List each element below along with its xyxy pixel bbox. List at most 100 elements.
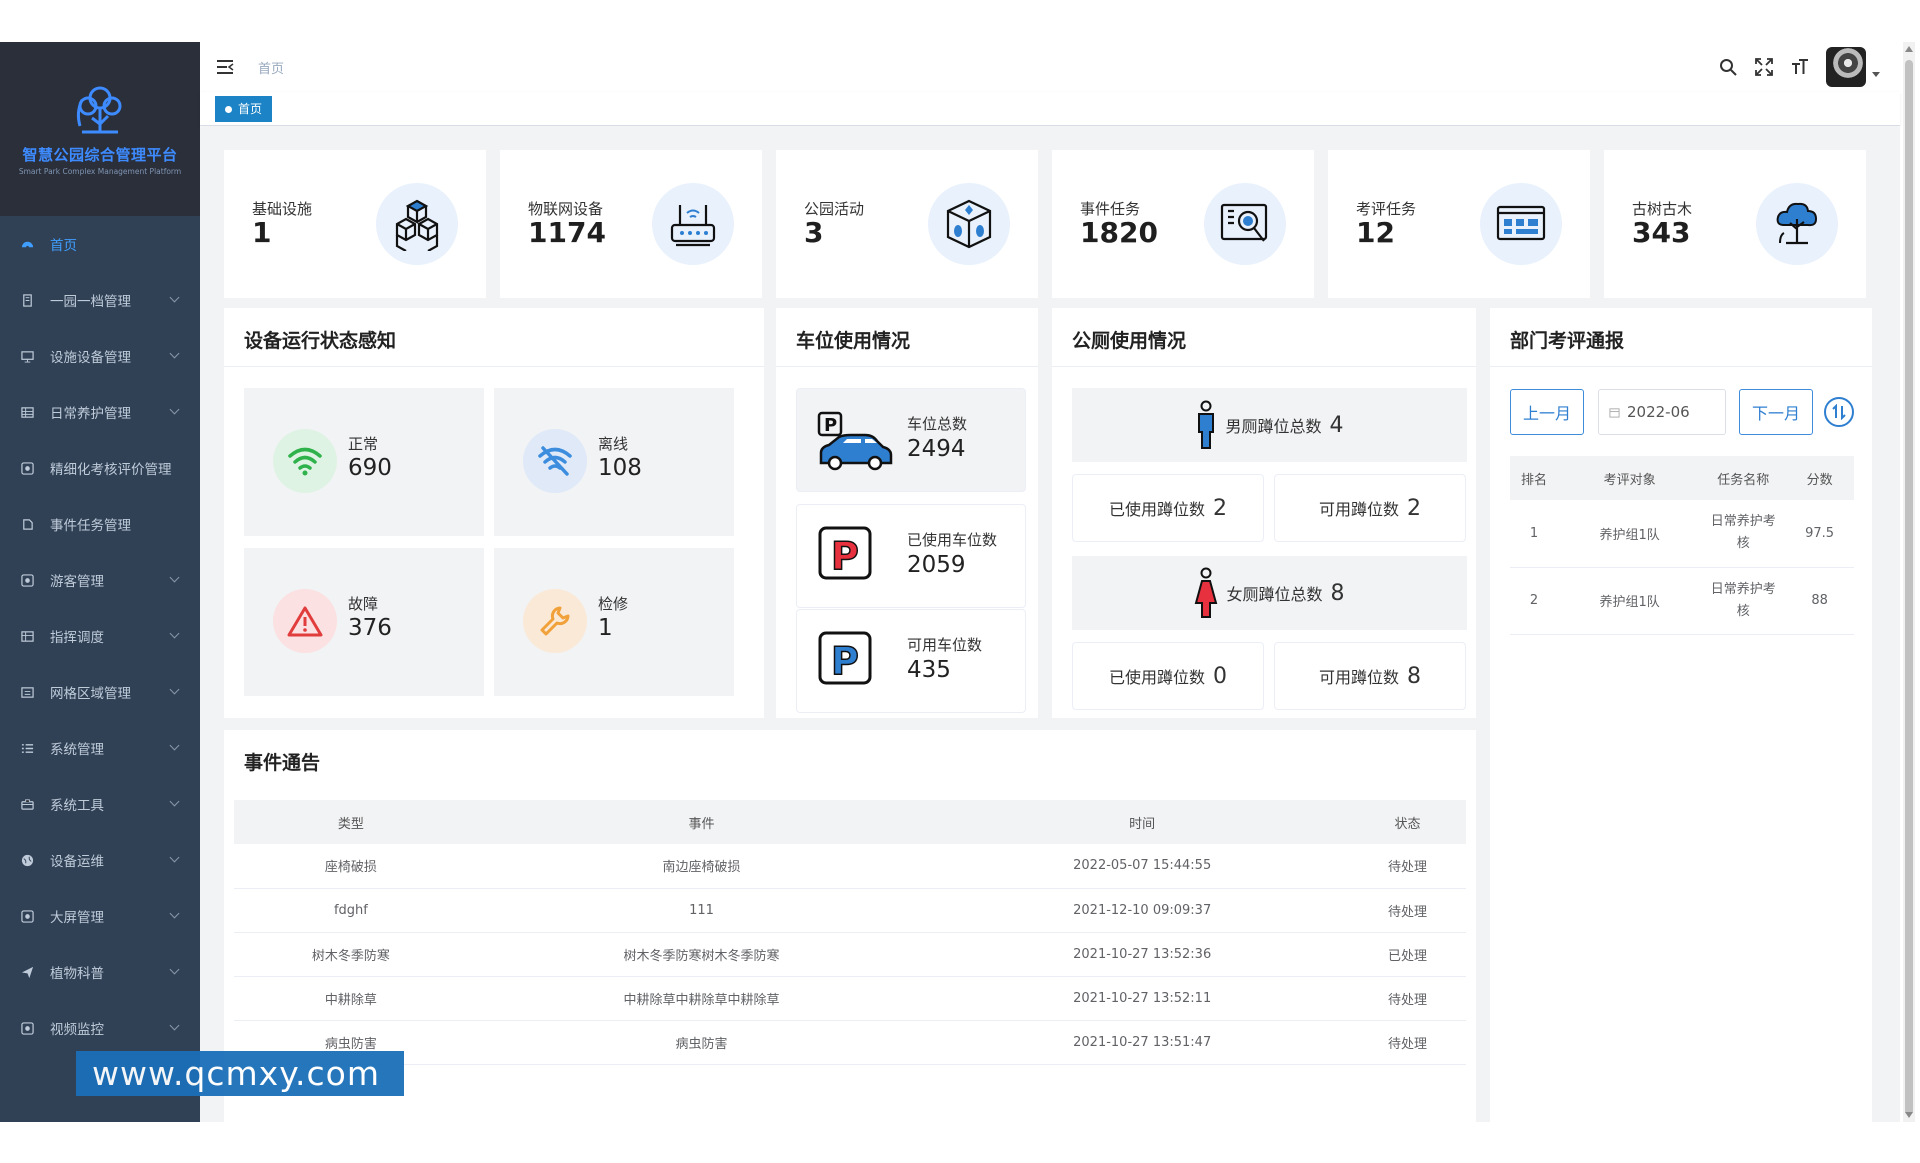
- panel-title: 事件通告: [244, 752, 321, 774]
- sidebar-item-event-task[interactable]: 事件任务管理: [0, 496, 200, 552]
- system-icon: [20, 741, 34, 755]
- navbar: 首页: [200, 42, 1900, 92]
- logo-tree-icon: [76, 86, 122, 134]
- stat-value: 3: [804, 216, 824, 249]
- column-header: 分数: [1785, 456, 1854, 500]
- stat-value: 1: [252, 216, 272, 249]
- breadcrumb[interactable]: 首页: [258, 58, 284, 77]
- events-panel: 事件通告 类型 事件 时间 状态 座椅破损 南边座椅破损 2022-05-07 …: [224, 730, 1476, 1122]
- status-cell: 待处理: [1349, 844, 1466, 889]
- svg-text:P: P: [831, 639, 859, 683]
- month-picker[interactable]: 2022-06: [1598, 389, 1726, 435]
- task-icon: [20, 517, 34, 531]
- device-fault: 故障 376: [244, 548, 484, 696]
- sidebar-item-plants[interactable]: 植物科普: [0, 944, 200, 1000]
- sidebar-item-label: 精细化考核评价管理: [50, 462, 172, 478]
- time-cell: 2022-05-07 15:44:55: [935, 844, 1350, 889]
- evaluate-icon: [20, 461, 34, 475]
- scroll-up-icon[interactable]: [1905, 46, 1913, 52]
- female-total: 女厕蹲位总数 8: [1072, 556, 1467, 630]
- sidebar-item-visitor[interactable]: 游客管理: [0, 552, 200, 608]
- status-cell: 已处理: [1349, 932, 1466, 977]
- sidebar-item-archive[interactable]: 一园一档管理: [0, 272, 200, 328]
- sidebar-item-device-ops[interactable]: 设备运维: [0, 832, 200, 888]
- table-row[interactable]: fdghf 111 2021-12-10 09:09:37 待处理: [234, 888, 1466, 933]
- male-used-label: 已使用蹲位数: [1108, 500, 1205, 519]
- scrollbar-thumb[interactable]: [1905, 60, 1913, 1115]
- tag-home[interactable]: 首页: [215, 96, 273, 122]
- logo-area: 智慧公园综合管理平台 Smart Park Complex Management…: [0, 42, 200, 216]
- table-row[interactable]: 树木冬季防寒 树木冬季防寒树木冬季防寒 2021-10-27 13:52:36 …: [234, 932, 1466, 977]
- sidebar-item-label: 一园一档管理: [50, 294, 131, 310]
- table-row[interactable]: 中耕除草 中耕除草中耕除草中耕除草 2021-10-27 13:52:11 待处…: [234, 976, 1466, 1021]
- sidebar: 智慧公园综合管理平台 Smart Park Complex Management…: [0, 42, 200, 1122]
- sidebar-item-screen[interactable]: 大屏管理: [0, 888, 200, 944]
- avatar[interactable]: [1826, 47, 1866, 87]
- wifi-icon: [273, 429, 337, 493]
- table-row[interactable]: 1 养护组1队 日常养护考核 97.5: [1510, 500, 1854, 568]
- sidebar-item-evaluation[interactable]: 精细化考核评价管理: [0, 440, 200, 496]
- sidebar-item-label: 网格区域管理: [50, 686, 131, 702]
- column-header: 考评对象: [1558, 456, 1702, 500]
- sidebar-item-label: 指挥调度: [50, 630, 104, 646]
- swap-sort-icon[interactable]: [1824, 397, 1854, 427]
- time-cell: 2021-10-27 13:51:47: [935, 1020, 1350, 1065]
- watermark: www.qcmxy.com: [76, 1051, 404, 1096]
- main-content: 基础设施 1 物联网设备 1174 公园活动 3 事件任务 1820 考评任务 …: [200, 127, 1900, 1122]
- hamburger-icon[interactable]: [216, 58, 234, 76]
- male-total: 男厕蹲位总数 4: [1072, 388, 1467, 462]
- wifi-off-icon: [523, 429, 587, 493]
- sidebar-item-maintenance[interactable]: 日常养护管理: [0, 384, 200, 440]
- divider: [1490, 366, 1872, 367]
- visitor-icon: [20, 573, 34, 587]
- sidebar-item-label: 系统管理: [50, 742, 104, 758]
- rank-cell: 1: [1510, 500, 1558, 568]
- sidebar-item-system[interactable]: 系统管理: [0, 720, 200, 776]
- table-row[interactable]: 座椅破损 南边座椅破损 2022-05-07 15:44:55 待处理: [234, 844, 1466, 889]
- scroll-down-icon[interactable]: [1905, 1112, 1913, 1118]
- device-label: 离线: [598, 435, 629, 453]
- navbar-right: [1718, 47, 1880, 87]
- event-cell: 树木冬季防寒树木冬季防寒: [467, 932, 936, 977]
- evaluation-board-icon: [1480, 183, 1562, 265]
- font-size-icon[interactable]: [1790, 57, 1810, 77]
- caret-down-icon[interactable]: [1872, 71, 1880, 77]
- table-header-row: 排名 考评对象 任务名称 分数: [1510, 456, 1854, 500]
- female-total-label: 女厕蹲位总数: [1226, 585, 1323, 604]
- next-month-button[interactable]: 下一月: [1739, 389, 1813, 435]
- month-value: 2022-06: [1627, 403, 1690, 421]
- column-header: 事件: [467, 800, 936, 844]
- stat-card-event-task: 事件任务 1820: [1052, 150, 1314, 298]
- parking-free: P 可用车位数 435: [796, 609, 1026, 713]
- fullscreen-icon[interactable]: [1754, 57, 1774, 77]
- sidebar-item-label: 植物科普: [50, 966, 104, 982]
- device-normal: 正常 690: [244, 388, 484, 536]
- sidebar-item-label: 日常养护管理: [50, 406, 131, 422]
- device-value: 376: [348, 615, 392, 641]
- prev-month-button[interactable]: 上一月: [1510, 389, 1584, 435]
- target-cell: 养护组1队: [1558, 500, 1702, 568]
- table-row[interactable]: 2 养护组1队 日常养护考核 88: [1510, 567, 1854, 635]
- sidebar-item-home[interactable]: 首页: [0, 216, 200, 272]
- type-cell: 树木冬季防寒: [234, 932, 468, 977]
- sidebar-item-facility[interactable]: 设施设备管理: [0, 328, 200, 384]
- warning-icon: [273, 589, 337, 653]
- sidebar-item-grid[interactable]: 网格区域管理: [0, 664, 200, 720]
- chevron-down-icon: [169, 292, 180, 303]
- sidebar-item-label: 大屏管理: [50, 910, 104, 926]
- female-used-label: 已使用蹲位数: [1108, 668, 1205, 687]
- male-used-value: 2: [1213, 495, 1227, 521]
- sidebar-item-tools[interactable]: 系统工具: [0, 776, 200, 832]
- parking-car-icon: P: [817, 409, 893, 477]
- table-row[interactable]: 病虫防害 病虫防害 2021-10-27 13:51:47 待处理: [234, 1020, 1466, 1065]
- score-cell: 88: [1785, 567, 1854, 635]
- sidebar-item-dispatch[interactable]: 指挥调度: [0, 608, 200, 664]
- device-status-panel: 设备运行状态感知 正常 690 离线 108 故障 376 检修 1: [224, 308, 764, 718]
- dept-table-wrap: 排名 考评对象 任务名称 分数 1 养护组1队 日常养护考核 97.5 2 养护…: [1510, 456, 1854, 635]
- page-scrollbar[interactable]: [1903, 42, 1915, 1122]
- sidebar-item-video[interactable]: 视频监控: [0, 1000, 200, 1056]
- search-icon[interactable]: [1718, 57, 1738, 77]
- column-header: 类型: [234, 800, 468, 844]
- stat-value: 1820: [1080, 216, 1158, 249]
- male-total-value: 4: [1329, 412, 1344, 438]
